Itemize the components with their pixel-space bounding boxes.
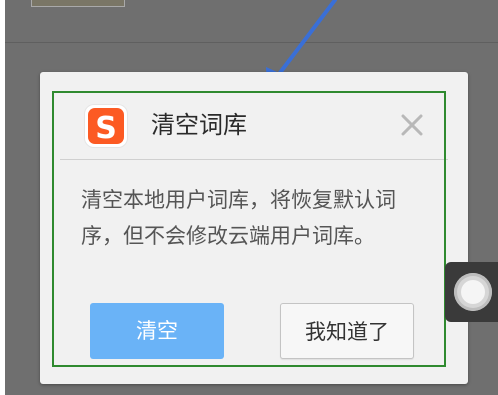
header-divider <box>60 159 448 160</box>
clear-button[interactable]: 清空 <box>90 303 224 359</box>
background-thumbnail <box>31 0 125 7</box>
dialog-title: 清空词库 <box>151 111 247 139</box>
logo-letter: S <box>95 111 117 146</box>
floating-assistant-core <box>461 280 485 304</box>
floating-assistant-icon <box>454 273 492 311</box>
close-button[interactable] <box>394 107 430 143</box>
dialog-message: 清空本地用户词库，将恢复默认词序，但不会修改云端用户词库。 <box>81 188 396 248</box>
sogou-logo-icon: S <box>85 105 127 147</box>
background-divider <box>5 42 498 43</box>
close-icon <box>401 114 423 136</box>
clear-dictionary-dialog: S 清空词库 清空本地用户词库，将恢复默认词序，但不会修改云端用户词库。 清空 … <box>40 72 468 384</box>
floating-assistant-button[interactable] <box>445 262 498 322</box>
got-it-button[interactable]: 我知道了 <box>280 303 414 359</box>
dialog-header: S 清空词库 <box>40 72 468 158</box>
